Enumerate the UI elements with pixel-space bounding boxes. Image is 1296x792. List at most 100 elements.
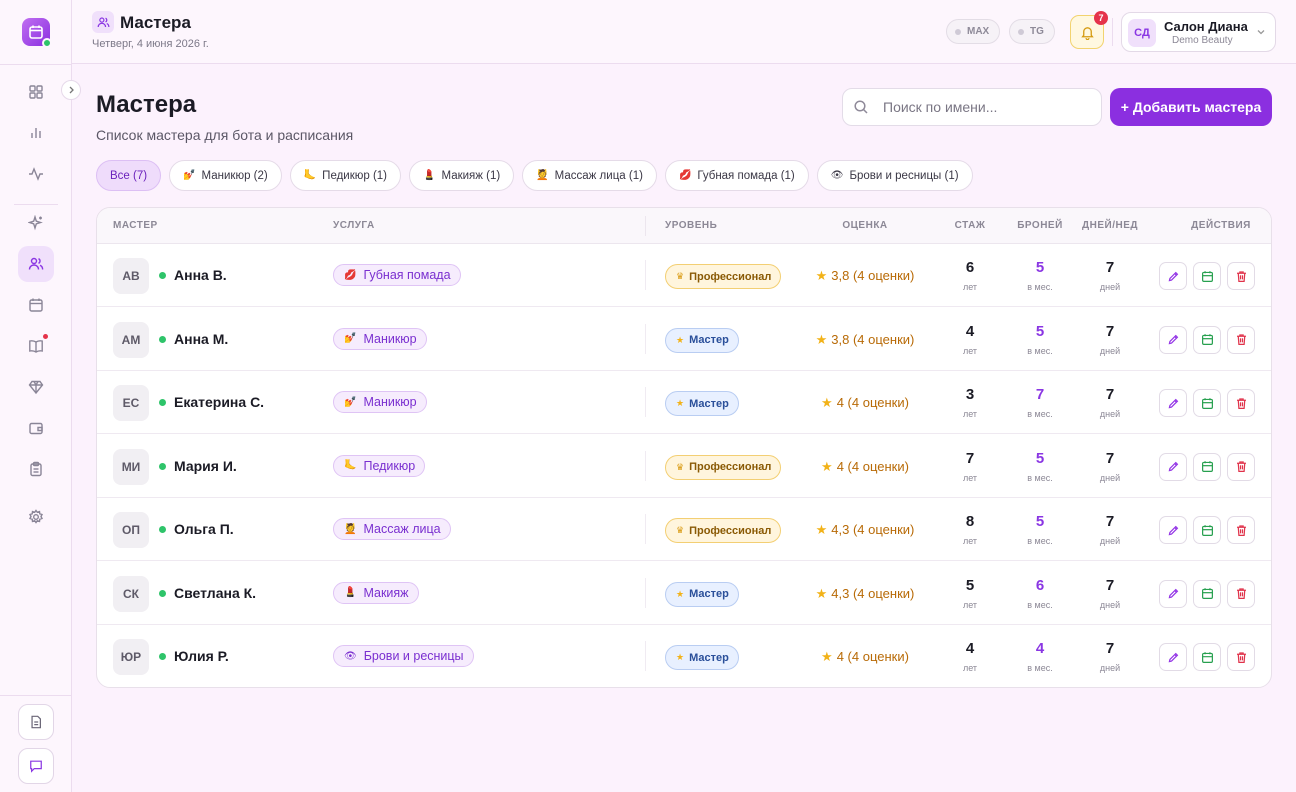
account-switcher[interactable]: СД Салон Диана Demo Beauty <box>1121 12 1276 52</box>
nav-ai[interactable] <box>18 205 54 241</box>
notifications-badge: 7 <box>1094 11 1108 25</box>
filter-chip-face-massage[interactable]: 💆 Массаж лица (1) <box>522 160 657 191</box>
table-row[interactable]: ЕС Екатерина С. 💅 Маникюр ★ Мастер ★ 4 (4 оценк… <box>97 371 1271 434</box>
calendar-icon <box>1201 461 1213 472</box>
level-badge: ★ Мастер <box>665 645 739 670</box>
table-row[interactable]: ОП Ольга П. 💆 Массаж лица ♛ Профессионал ★ 4,3 … <box>97 498 1271 561</box>
notifications-button[interactable]: 7 <box>1070 11 1108 49</box>
days-stat: 7 дней <box>1080 387 1140 420</box>
edit-button[interactable] <box>1159 643 1187 671</box>
nav-wallet[interactable] <box>18 410 54 446</box>
filter-label: Маникюр (2) <box>201 169 268 182</box>
chat-button[interactable] <box>18 748 54 784</box>
masters-table: МАСТЕР УСЛУГА УРОВЕНЬ ОЦЕНКА СТАЖ БРОНЕЙ… <box>96 207 1272 688</box>
nav-notification-dot <box>43 334 48 339</box>
filter-label: Макияж (1) <box>441 169 501 182</box>
delete-button[interactable] <box>1227 516 1255 544</box>
experience-value: 3 <box>965 386 975 403</box>
filter-chip-brows[interactable]: 👁 Брови и ресницы (1) <box>816 160 973 191</box>
table-row[interactable]: АМ Анна М. 💅 Маникюр ★ Мастер ★ 3,8 (4 оценки) 4… <box>97 308 1271 371</box>
schedule-button[interactable] <box>1193 579 1221 608</box>
level-badge: ♛ Профессионал <box>665 454 782 480</box>
sidebar <box>0 0 72 792</box>
nav-settings[interactable] <box>18 499 54 535</box>
nav-tasks[interactable] <box>18 451 54 487</box>
service-filters: Все (7) 💅 Маникюр (2) 🦶 Педикюр (1) 💄 Макия… <box>96 160 973 191</box>
service-badge: 👁 Брови и ресницы <box>333 645 474 667</box>
star-icon: ★ <box>815 585 828 601</box>
delete-button[interactable] <box>1227 389 1255 417</box>
nav-calendar[interactable] <box>18 287 54 323</box>
bookings-unit: в мес. <box>1027 345 1053 356</box>
master-avatar: ЮР <box>113 639 149 675</box>
delete-button[interactable] <box>1227 325 1255 354</box>
schedule-button[interactable] <box>1193 262 1221 290</box>
delete-button[interactable] <box>1227 579 1255 608</box>
add-master-button[interactable]: + Добавить мастера <box>1110 88 1272 126</box>
master-name: Юлия Р. <box>174 648 229 664</box>
docs-button[interactable] <box>18 704 54 740</box>
edit-button[interactable] <box>1159 516 1187 544</box>
edit-button[interactable] <box>1159 452 1187 481</box>
days-unit: дней <box>1099 409 1121 419</box>
tg-status-pill[interactable]: TG <box>1009 19 1055 44</box>
settings-icon <box>29 509 43 524</box>
schedule-button[interactable] <box>1193 516 1221 544</box>
filter-chip-lipstick[interactable]: 💋 Губная помада (1) <box>664 160 809 191</box>
nav-dashboard[interactable] <box>18 74 54 110</box>
schedule-button[interactable] <box>1193 643 1221 671</box>
bookings-value: 6 <box>1035 576 1045 594</box>
trash-icon <box>1236 524 1246 536</box>
star-icon: ★ <box>821 649 833 664</box>
days-stat: 7 дней <box>1080 260 1140 293</box>
service-label: Педикюр <box>363 458 416 473</box>
delete-button[interactable] <box>1227 643 1255 671</box>
service-label: Брови и ресницы <box>363 649 464 663</box>
nav-premium[interactable] <box>18 369 54 405</box>
tg-label: TG <box>1030 26 1044 37</box>
filter-label: Брови и ресницы (1) <box>849 169 959 182</box>
schedule-button[interactable] <box>1193 452 1221 481</box>
table-row[interactable]: ЮР Юлия Р. 👁 Брови и ресницы ★ Мастер ★ 4 (4 оц… <box>97 625 1271 687</box>
topbar-divider <box>1112 18 1113 46</box>
table-row[interactable]: МИ Мария И. 🦶 Педикюр ♛ Профессионал ★ 4 (4 оце… <box>97 435 1271 498</box>
experience-unit: лет <box>962 599 978 610</box>
edit-button[interactable] <box>1159 262 1187 290</box>
nav-activity[interactable] <box>18 156 54 192</box>
max-status-pill[interactable]: MAX <box>946 19 1001 44</box>
nav-masters[interactable] <box>18 246 54 282</box>
service-badge: 💆 Массаж лица <box>333 518 451 540</box>
delete-button[interactable] <box>1227 452 1255 481</box>
pencil-icon <box>1168 588 1178 599</box>
level-label: Мастер <box>689 397 729 410</box>
filter-chip-all[interactable]: Все (7) <box>96 160 162 191</box>
schedule-button[interactable] <box>1193 389 1221 417</box>
nav-knowledge[interactable] <box>18 328 54 364</box>
level-badge: ♛ Профессионал <box>665 518 782 543</box>
table-row[interactable]: АВ Анна В. 💋 Губная помада ♛ Профессионал ★ 3,8… <box>97 244 1271 307</box>
pencil-icon <box>1168 334 1178 345</box>
rating: ★ 4,3 (4 оценки) <box>797 522 933 538</box>
sidebar-collapse-button[interactable] <box>61 80 81 100</box>
edit-button[interactable] <box>1159 325 1187 354</box>
days-value: 7 <box>1105 513 1115 530</box>
filter-chip-makeup[interactable]: 💄 Макияж (1) <box>409 160 515 191</box>
schedule-button[interactable] <box>1193 325 1221 354</box>
experience-value: 4 <box>965 322 975 340</box>
delete-button[interactable] <box>1227 262 1255 290</box>
service-icon: 💋 <box>344 269 357 281</box>
crown-icon: ♛ <box>676 461 685 472</box>
edit-button[interactable] <box>1159 389 1187 417</box>
filter-chip-pedicure[interactable]: 🦶 Педикюр (1) <box>289 160 402 191</box>
service-label: Макияж <box>363 585 409 600</box>
filter-chip-manicure[interactable]: 💅 Маникюр (2) <box>169 160 282 191</box>
chevron-down-icon <box>1257 30 1265 35</box>
days-stat: 7 дней <box>1080 513 1140 547</box>
column-divider <box>645 323 646 354</box>
app-logo[interactable] <box>22 18 52 48</box>
search-input[interactable] <box>883 99 1083 115</box>
edit-button[interactable] <box>1159 579 1187 608</box>
bookings-stat: 7 в мес. <box>1010 387 1070 420</box>
table-row[interactable]: СК Светлана К. 💄 Макияж ★ Мастер ★ 4,3 (4 оценк… <box>97 562 1271 625</box>
nav-analytics[interactable] <box>18 115 54 151</box>
